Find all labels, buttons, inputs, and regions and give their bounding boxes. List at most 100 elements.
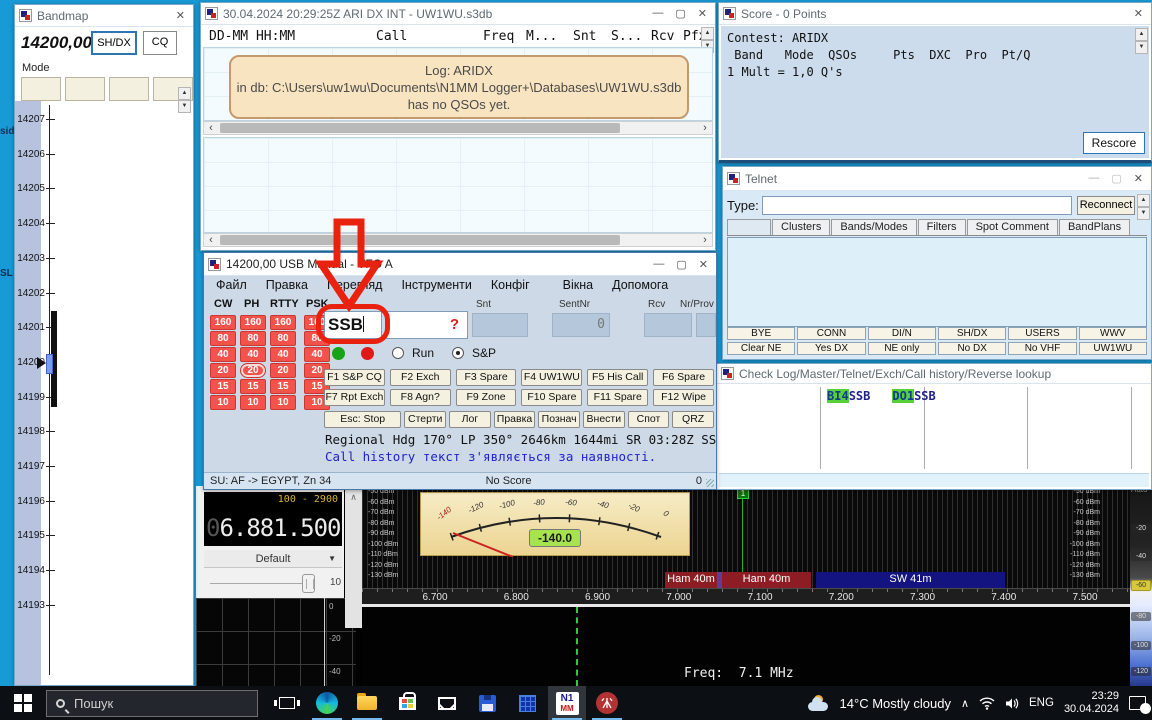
column-header[interactable]: DD-MM HH:MM	[209, 29, 295, 44]
taskbar-item-grid-app[interactable]	[508, 686, 546, 720]
fkey-button[interactable]: F12 Wipe	[653, 389, 714, 406]
spin-up-icon[interactable]: ▲	[178, 87, 191, 100]
band-segment-ham40m[interactable]: Ham 40m	[722, 572, 811, 588]
nrprov-field[interactable]	[696, 313, 716, 337]
taskview-button[interactable]	[268, 686, 306, 720]
menu-help[interactable]: Допомога	[612, 278, 668, 292]
action-button[interactable]: Познач	[538, 411, 580, 428]
band-button[interactable]: 40	[270, 347, 296, 362]
telnet-button[interactable]: SH/DX	[938, 327, 1006, 340]
spin-up-icon[interactable]: ▲	[1135, 28, 1148, 41]
bandmap-zoom-spinner[interactable]: ▲ ▼	[178, 87, 191, 113]
menu-config[interactable]: Конфіг	[491, 278, 530, 292]
band-button[interactable]: 20	[240, 363, 266, 378]
scroll-right-icon[interactable]: ›	[698, 122, 712, 134]
rcv-field[interactable]	[644, 313, 692, 337]
taskbar-item-explorer[interactable]	[348, 686, 386, 720]
maximize-icon[interactable]: ▢	[675, 7, 685, 20]
action-button[interactable]: Внести	[583, 411, 625, 428]
taskbar-item-mail[interactable]	[428, 686, 466, 720]
notification-icon[interactable]	[1129, 696, 1146, 710]
band-button[interactable]: 15	[210, 379, 236, 394]
close-icon[interactable]: ✕	[699, 258, 708, 271]
spin-down-icon[interactable]: ▼	[1135, 41, 1148, 54]
spin-up-icon[interactable]: ▲	[1137, 194, 1150, 207]
minimize-icon[interactable]: —	[652, 7, 663, 20]
waterfall-color-scale[interactable]: Auto -20 -40 -60 -80 -100 -120	[1130, 486, 1152, 686]
sentnr-field[interactable]: 0	[552, 313, 610, 337]
fkey-button[interactable]: F2 Exch	[390, 369, 451, 386]
score-titlebar[interactable]: Score - 0 Points ✕	[719, 3, 1151, 25]
sdr-gain-slider-handle[interactable]	[302, 574, 315, 593]
band-button[interactable]: 10	[210, 395, 236, 410]
close-icon[interactable]: ✕	[698, 7, 707, 20]
scroll-right-icon[interactable]: ›	[698, 234, 712, 246]
column-header[interactable]: Call	[376, 29, 407, 44]
close-icon[interactable]: ✕	[1134, 7, 1143, 20]
taskbar-clock[interactable]: 23:29 30.04.2024	[1064, 690, 1119, 716]
tray-chevron-icon[interactable]: ∧	[961, 697, 969, 710]
tab-clusters[interactable]: Clusters	[772, 219, 830, 235]
run-radio[interactable]	[392, 347, 404, 359]
sdr-gain-slider-track[interactable]	[210, 583, 314, 584]
volume-icon[interactable]	[1005, 697, 1019, 710]
column-header[interactable]: Freq	[483, 29, 514, 44]
scroll-left-icon[interactable]: ‹	[204, 122, 218, 134]
reconnect-button[interactable]: Reconnect	[1077, 196, 1135, 215]
fkey-button[interactable]: F8 Agn?	[390, 389, 451, 406]
tab-spot-comment[interactable]: Spot Comment	[967, 219, 1058, 235]
menu-file[interactable]: Файл	[216, 278, 247, 292]
log-spinner[interactable]: ▲ ▼	[701, 27, 714, 47]
column-header[interactable]: Snt	[573, 29, 596, 44]
colorbar-contrast-handle[interactable]: -60	[1131, 580, 1151, 591]
taskbar-search[interactable]: Пошук	[46, 690, 258, 717]
fkey-button[interactable]: F10 Spare	[521, 389, 582, 406]
bandmap-vfo-cursor[interactable]	[46, 354, 53, 374]
taskbar-item-sdr[interactable]	[588, 686, 626, 720]
telnet-button[interactable]: Clear NE	[727, 342, 795, 355]
column-header[interactable]: M...	[526, 29, 557, 44]
fkey-button[interactable]: F4 UW1WU	[521, 369, 582, 386]
taskbar-item-save-app[interactable]	[468, 686, 506, 720]
chevron-up-icon[interactable]: ∧	[345, 488, 362, 503]
telnet-button[interactable]: USERS	[1008, 327, 1076, 340]
telnet-button[interactable]: UW1WU	[1079, 342, 1147, 355]
bandmap-titlebar[interactable]: Bandmap ✕	[15, 5, 193, 27]
fkey-button[interactable]: F5 His Call	[587, 369, 648, 386]
scroll-left-icon[interactable]: ‹	[204, 234, 218, 246]
taskbar-item-store[interactable]	[388, 686, 426, 720]
band-button[interactable]: 20	[210, 363, 236, 378]
callsign-match[interactable]: DO1SSB	[892, 389, 935, 403]
fkey-button[interactable]: F1 S&P CQ	[324, 369, 385, 386]
tab-blank[interactable]	[727, 219, 771, 235]
band-button[interactable]: 40	[210, 347, 236, 362]
scroll-thumb[interactable]	[220, 235, 620, 245]
sdr-preset-dropdown[interactable]: Default ▼	[204, 550, 342, 568]
column-header[interactable]: S...	[611, 29, 642, 44]
snt-field[interactable]	[472, 313, 528, 337]
score-spinner[interactable]: ▲ ▼	[1135, 28, 1148, 50]
telnet-button[interactable]: Yes DX	[797, 342, 865, 355]
fkey-button[interactable]: F7 Rpt Exch	[324, 389, 385, 406]
maximize-icon[interactable]: ▢	[676, 258, 686, 271]
menu-windows[interactable]: Вікна	[563, 278, 593, 292]
taskbar-item-n1mm[interactable]: N1MM	[548, 686, 586, 720]
telnet-button[interactable]: CONN	[797, 327, 865, 340]
resize-grip[interactable]	[706, 479, 714, 487]
fkey-button[interactable]: F11 Spare	[587, 389, 648, 406]
band-button[interactable]: 160	[240, 315, 266, 330]
mode-input[interactable]	[109, 77, 149, 101]
telnet-command-input[interactable]	[762, 196, 1072, 215]
weather-text[interactable]: 14°C Mostly cloudy	[840, 696, 951, 711]
sdr-tuned-frequency[interactable]: 06.881.500	[206, 514, 341, 542]
fkey-button[interactable]: F3 Spare	[456, 369, 517, 386]
log-hscrollbar[interactable]: ‹ ›	[203, 121, 713, 135]
band-segment-ham40m[interactable]: Ham 40m	[665, 572, 717, 588]
band-button[interactable]: 15	[240, 379, 266, 394]
sdr-spectrum[interactable]: -50 dBm-60 dBm-70 dBm-80 dBm-90 dBm-100 …	[362, 486, 1130, 604]
scroll-thumb[interactable]	[220, 123, 620, 133]
action-button[interactable]: Стерти	[404, 411, 446, 428]
spin-down-icon[interactable]: ▼	[178, 100, 191, 113]
action-button[interactable]: Esc: Stop	[324, 411, 401, 428]
fkey-button[interactable]: F9 Zone	[456, 389, 517, 406]
